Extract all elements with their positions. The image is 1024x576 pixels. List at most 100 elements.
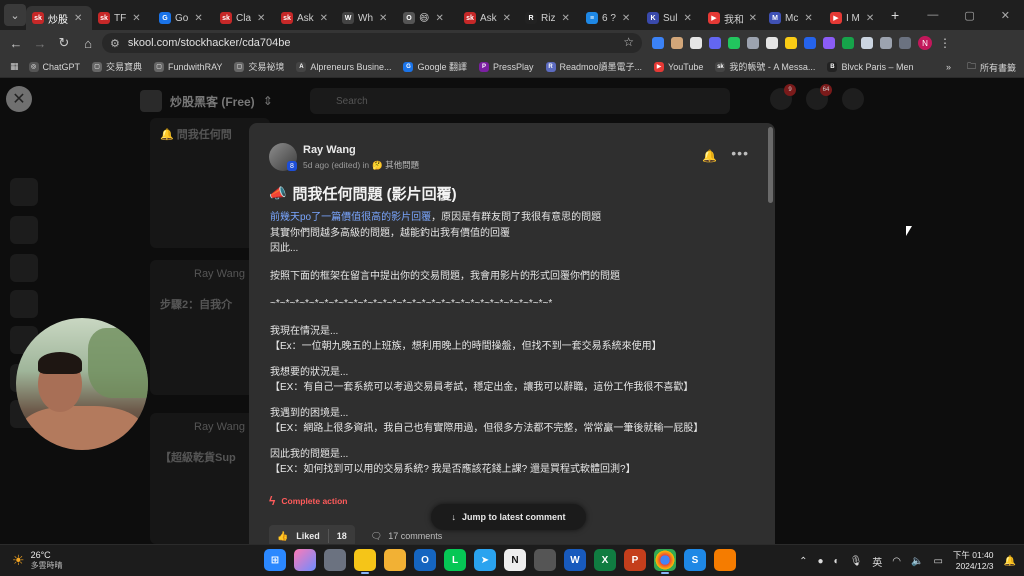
browser-tab[interactable]: O 😄 ✕: [397, 6, 458, 30]
group-switch-icon[interactable]: ⇕: [263, 94, 273, 108]
bookmark-item[interactable]: ▶ YouTube: [654, 60, 703, 73]
address-bar[interactable]: ⚙ skool.com/stockhacker/cda704be ☆: [102, 33, 642, 53]
powerpoint-icon[interactable]: P: [624, 549, 646, 571]
bookmark-item[interactable]: R Readmoo讀墨電子...: [545, 60, 642, 73]
post-category[interactable]: 🤔 其他問題: [372, 159, 419, 171]
close-window-icon[interactable]: ✕: [1001, 9, 1010, 22]
extension-icon[interactable]: [804, 37, 816, 49]
complete-action-button[interactable]: ϟ Complete action: [269, 494, 347, 508]
left-app-icon[interactable]: [10, 290, 38, 318]
extension-icon[interactable]: [785, 37, 797, 49]
bell-icon[interactable]: 🔔: [702, 149, 717, 163]
photos-icon[interactable]: [324, 549, 346, 571]
extension-icon[interactable]: [842, 37, 854, 49]
search-input[interactable]: Search: [310, 88, 730, 114]
bookmark-item[interactable]: ◎ ChatGPT: [28, 60, 80, 73]
extension-icon[interactable]: [766, 37, 778, 49]
excel-icon[interactable]: X: [594, 549, 616, 571]
home-icon[interactable]: ⌂: [76, 36, 100, 51]
bookmark-item[interactable]: G Google 翻譯: [403, 60, 467, 73]
browser-tab[interactable]: sk Ask ✕: [275, 6, 336, 30]
close-modal-button[interactable]: ✕: [6, 86, 32, 112]
reload-icon[interactable]: ↻: [52, 35, 76, 51]
maximize-icon[interactable]: ▢: [964, 9, 974, 22]
post-link[interactable]: 前幾天po了一篇價值很高的影片回覆: [270, 212, 431, 223]
wifi-icon[interactable]: ◠: [892, 556, 901, 567]
tab-close-icon[interactable]: ✕: [622, 13, 630, 24]
left-app-icon[interactable]: [10, 216, 38, 244]
browser-tab[interactable]: ≡ 6 ? ✕: [580, 6, 641, 30]
tray-icon[interactable]: ◐: [834, 556, 840, 567]
modal-scrollbar[interactable]: [768, 127, 773, 203]
minimize-icon[interactable]: —: [927, 9, 938, 21]
extension-icon[interactable]: [747, 37, 759, 49]
sidepanel-icon[interactable]: [899, 37, 911, 49]
folder-icon[interactable]: [384, 549, 406, 571]
chevron-up-icon[interactable]: ⌃: [799, 556, 807, 567]
copilot-icon[interactable]: [294, 549, 316, 571]
ime-indicator[interactable]: 英: [872, 554, 882, 569]
extension-icon[interactable]: [709, 37, 721, 49]
app-icon[interactable]: [534, 549, 556, 571]
battery-icon[interactable]: ▭: [933, 556, 942, 567]
tab-close-icon[interactable]: ✕: [132, 13, 140, 24]
tab-close-icon[interactable]: ✕: [503, 13, 511, 24]
tab-close-icon[interactable]: ✕: [257, 13, 265, 24]
author-name[interactable]: Ray Wang: [303, 144, 356, 156]
browser-tab[interactable]: K Sul ✕: [641, 6, 702, 30]
bookmark-item[interactable]: ▢ 交易祕境: [234, 60, 284, 73]
back-icon[interactable]: ←: [4, 36, 28, 51]
new-tab-button[interactable]: +: [891, 7, 899, 23]
browser-tab[interactable]: G Go ✕: [153, 6, 214, 30]
app-icon[interactable]: [714, 549, 736, 571]
all-bookmarks-folder[interactable]: 🗀 所有書籤: [967, 59, 1016, 75]
user-avatar[interactable]: [842, 88, 864, 110]
line-icon[interactable]: L: [444, 549, 466, 571]
extension-icon[interactable]: [671, 37, 683, 49]
chrome-icon[interactable]: [654, 549, 676, 574]
browser-tab[interactable]: R Riz ✕: [519, 6, 580, 30]
browser-tab[interactable]: sk Cla ✕: [214, 6, 275, 30]
group-logo[interactable]: [140, 90, 162, 112]
tab-close-icon[interactable]: ✕: [804, 13, 812, 24]
bookmark-item[interactable]: B Blvck Paris – Men: [827, 60, 913, 73]
tab-search-button[interactable]: ⌄: [4, 4, 26, 26]
menu-icon[interactable]: ⋮: [939, 36, 951, 50]
jump-to-latest-comment-button[interactable]: ↓ Jump to latest comment: [431, 504, 586, 530]
notification-center-icon[interactable]: 🔔: [1004, 556, 1016, 567]
bookmark-item[interactable]: ▢ FundwithRAY: [154, 60, 222, 73]
tab-close-icon[interactable]: ✕: [74, 13, 82, 24]
browser-tab[interactable]: ▶ 我和 ✕: [702, 6, 763, 30]
tab-close-icon[interactable]: ✕: [194, 13, 202, 24]
like-button[interactable]: 👍 Liked 18: [269, 525, 355, 544]
clock[interactable]: 下午 01:40 2024/12/3: [953, 550, 994, 572]
tab-close-icon[interactable]: ✕: [320, 13, 328, 24]
comments-button[interactable]: 🗨 17 comments: [371, 531, 442, 542]
extension-icon[interactable]: [728, 37, 740, 49]
browser-tab[interactable]: sk 炒股 ✕: [26, 6, 92, 30]
forward-icon[interactable]: →: [28, 36, 52, 51]
sticky-notes-icon[interactable]: [354, 549, 376, 574]
tab-close-icon[interactable]: ✕: [866, 13, 874, 24]
start-icon[interactable]: ⊞: [264, 549, 286, 571]
tab-close-icon[interactable]: ✕: [379, 13, 387, 24]
outlook-icon[interactable]: O: [414, 549, 436, 571]
browser-tab[interactable]: ▶ I M ✕: [824, 6, 885, 30]
bookmark-item[interactable]: sk 我的帳號 - A Messa...: [715, 60, 815, 73]
extension-icon[interactable]: [690, 37, 702, 49]
browser-tab[interactable]: M Mc ✕: [763, 6, 824, 30]
extension-icon[interactable]: [652, 37, 664, 49]
extension-icon[interactable]: [823, 37, 835, 49]
notification-icon[interactable]: 64: [806, 84, 832, 110]
bookmark-item[interactable]: A Alpreneurs Busine...: [296, 60, 391, 73]
tab-close-icon[interactable]: ✕: [561, 13, 569, 24]
site-info-icon[interactable]: ⚙: [110, 37, 120, 50]
more-bookmarks-icon[interactable]: »: [946, 62, 951, 72]
chat-icon[interactable]: 9: [770, 84, 796, 110]
tab-close-icon[interactable]: ✕: [683, 13, 691, 24]
volume-icon[interactable]: 🔈: [911, 556, 923, 567]
group-name[interactable]: 炒股黑客 (Free): [170, 93, 255, 110]
left-app-icon[interactable]: [10, 254, 38, 282]
bookmark-star-icon[interactable]: ☆: [623, 35, 634, 49]
weather-widget[interactable]: ☀ 26°C 多雲時晴: [12, 550, 63, 571]
